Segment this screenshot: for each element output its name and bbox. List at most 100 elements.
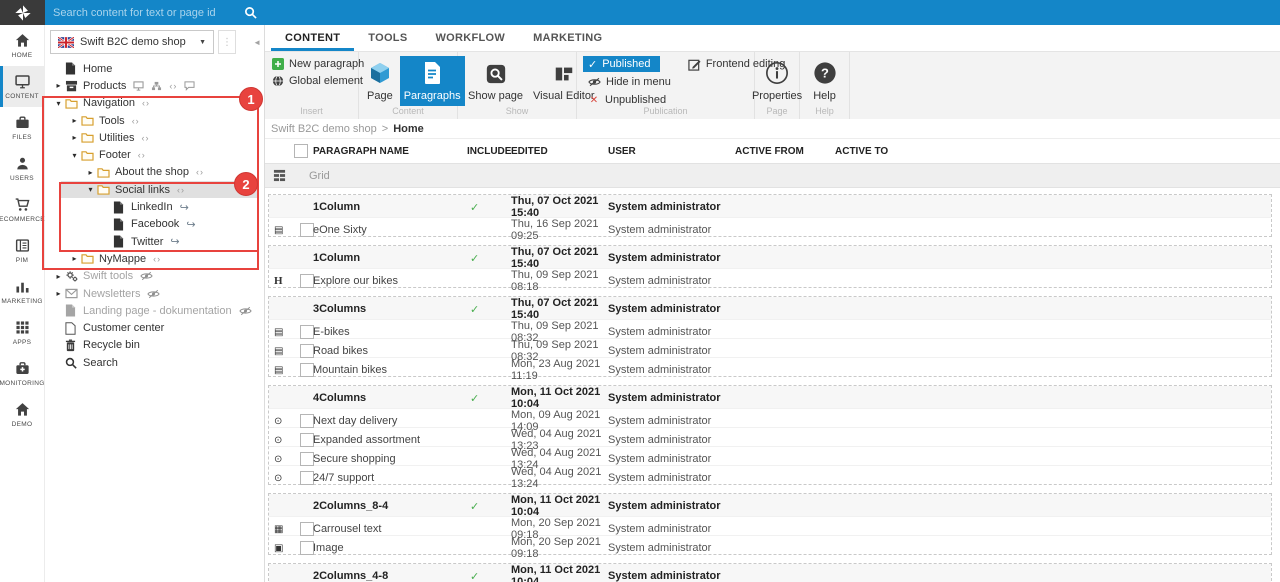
row-checkbox[interactable] [300,433,314,447]
show-page-button[interactable]: Show page [464,56,527,106]
row-checkbox[interactable] [300,522,314,536]
chevron-right-icon[interactable]: ▸ [52,81,65,90]
chevron-right-icon[interactable]: ▸ [52,289,65,298]
rail-item-apps[interactable]: APPS [0,312,44,353]
tree-item-linkedin[interactable]: LinkedIn↪ [45,198,264,215]
tree-item-swift-tools[interactable]: ▸Swift tools [45,268,264,285]
chevron-right-icon[interactable]: ▸ [68,116,81,125]
breadcrumb-parent[interactable]: Swift B2C demo shop [271,123,377,135]
select-all-checkbox[interactable] [294,144,308,158]
row-checkbox[interactable] [300,363,314,377]
tree-item-navigation[interactable]: ▾Navigation‹› [45,95,264,112]
dynamicweb-logo[interactable] [0,0,45,25]
tree-item-customer-center[interactable]: Customer center [45,319,264,336]
help-button[interactable]: ? Help [809,56,841,106]
col-active-to[interactable]: ACTIVE TO [835,146,935,157]
paragraph-row-carrousel-text[interactable]: ▦Carrousel textMon, 20 Sep 2021 09:18Sys… [269,516,1271,535]
tab-tools[interactable]: TOOLS [354,32,421,51]
row-checkbox[interactable] [300,344,314,358]
rail-item-ecommerce[interactable]: ECOMMERCE [0,189,44,230]
row-checkbox[interactable] [300,471,314,485]
rail-item-home[interactable]: HOME [0,25,44,66]
paragraphs-button[interactable]: Paragraphs [400,56,465,106]
chevron-right-icon[interactable]: ▸ [68,133,81,142]
group-header-row[interactable]: 3Columns✓Thu, 07 Oct 2021 15:40System ad… [269,297,1271,319]
chevron-down-icon[interactable]: ▾ [52,99,65,108]
group-header-row[interactable]: 2Columns_8-4✓Mon, 11 Oct 2021 10:04Syste… [269,494,1271,516]
tab-marketing[interactable]: MARKETING [519,32,616,51]
paragraph-row-eone-sixty[interactable]: ▤eOne SixtyThu, 16 Sep 2021 09:25System … [269,217,1271,236]
site-selector-dropdown[interactable]: Swift B2C demo shop ▼ [50,30,214,54]
rail-item-pim[interactable]: PIM [0,230,44,271]
published-label: Published [602,58,650,70]
tab-content[interactable]: CONTENT [271,32,354,51]
paragraph-row-image[interactable]: ▣ImageMon, 20 Sep 2021 09:18System admin… [269,535,1271,554]
tree-item-newsletters[interactable]: ▸Newsletters [45,285,264,302]
paragraph-row-explore-our-bikes[interactable]: HExplore our bikesThu, 09 Sep 2021 08:18… [269,268,1271,287]
tree-item-footer[interactable]: ▾Footer‹› [45,146,264,163]
paragraph-row-expanded-assortment[interactable]: ⊙Expanded assortmentWed, 04 Aug 2021 13:… [269,427,1271,446]
tree-item-facebook[interactable]: Facebook↪ [45,216,264,233]
col-paragraph-name[interactable]: PARAGRAPH NAME [313,146,467,157]
rail-item-demo[interactable]: DEMO [0,394,44,435]
tree-item-recycle-bin[interactable]: Recycle bin [45,337,264,354]
tab-workflow[interactable]: WORKFLOW [421,32,519,51]
tree-item-social-links[interactable]: ▾Social links‹› [45,181,264,198]
properties-button[interactable]: Properties [748,56,806,106]
tree-item-utilities[interactable]: ▸Utilities‹› [45,129,264,146]
tree-item-twitter[interactable]: Twitter↪ [45,233,264,250]
paragraph-row-e-bikes[interactable]: ▤E-bikesThu, 09 Sep 2021 08:32System adm… [269,319,1271,338]
paragraph-row-24-7-support[interactable]: ⊙24/7 supportWed, 04 Aug 2021 13:24Syste… [269,465,1271,484]
tree-item-nymappe[interactable]: ▸NyMappe‹› [45,250,264,267]
row-checkbox[interactable] [300,541,314,555]
chevron-right-icon[interactable]: ▸ [68,254,81,263]
paragraph-row-secure-shopping[interactable]: ⊙Secure shoppingWed, 04 Aug 2021 13:24Sy… [269,446,1271,465]
search-input[interactable]: Search content for text or page id [45,0,265,25]
row-checkbox[interactable] [300,274,314,288]
col-include[interactable]: INCLUDE [467,146,511,157]
grid-row[interactable]: Grid [265,164,1280,188]
page-preview-icon [485,63,507,85]
hide-in-menu-toggle[interactable]: Hide in menu [583,74,680,90]
paragraph-row-road-bikes[interactable]: ▤Road bikesThu, 09 Sep 2021 08:32System … [269,338,1271,357]
tree-item-products[interactable]: ▸Products‹› [45,77,264,94]
rail-item-label: APPS [13,339,32,346]
published-toggle[interactable]: ✓ Published [583,56,660,72]
site-options-button[interactable]: ⋮ [218,30,236,54]
global-element-button[interactable]: Global element [265,73,358,90]
tree-item-landing-page-dokumentation[interactable]: Landing page - dokumentation [45,302,264,319]
col-user[interactable]: USER [608,146,735,157]
search-icon[interactable] [244,6,257,19]
row-checkbox[interactable] [300,325,314,339]
group-header-row[interactable]: 1Column✓Thu, 07 Oct 2021 15:40System adm… [269,195,1271,217]
target-icon: ⊙ [270,454,294,465]
group-header-row[interactable]: 4Columns✓Mon, 11 Oct 2021 10:04System ad… [269,386,1271,408]
group-header-row[interactable]: 2Columns_4-8✓Mon, 11 Oct 2021 10:04Syste… [269,564,1271,582]
tree-item-home[interactable]: Home [45,60,264,77]
group-header-row[interactable]: 1Column✓Thu, 07 Oct 2021 15:40System adm… [269,246,1271,268]
row-checkbox[interactable] [300,414,314,428]
tree-item-tools[interactable]: ▸Tools‹› [45,112,264,129]
rail-item-users[interactable]: USERS [0,148,44,189]
rail-item-content[interactable]: CONTENT [0,66,44,107]
rail-item-monitoring[interactable]: MONITORING [0,353,44,394]
row-checkbox[interactable] [300,223,314,237]
tree-item-search[interactable]: Search [45,354,264,371]
rail-item-files[interactable]: FILES [0,107,44,148]
new-paragraph-button[interactable]: New paragraph [265,56,358,73]
col-active-from[interactable]: ACTIVE FROM [735,146,835,157]
group-edited: Mon, 11 Oct 2021 10:04 [511,494,608,518]
chevron-right-icon[interactable]: ▸ [84,168,97,177]
chevron-down-icon[interactable]: ▾ [68,151,81,160]
row-checkbox[interactable] [300,452,314,466]
paragraph-row-next-day-delivery[interactable]: ⊙Next day deliveryMon, 09 Aug 2021 14:09… [269,408,1271,427]
page-button[interactable]: Page [363,56,397,106]
chevron-down-icon[interactable]: ▾ [84,185,97,194]
panel-collapse-icon[interactable]: ◄ [253,38,261,47]
paragraph-row-mountain-bikes[interactable]: ▤Mountain bikesMon, 23 Aug 2021 11:19Sys… [269,357,1271,376]
col-edited[interactable]: EDITED [511,146,608,157]
rail-item-marketing[interactable]: MARKETING [0,271,44,312]
tree-item-about-the-shop[interactable]: ▸About the shop‹› [45,164,264,181]
new-paragraph-label: New paragraph [289,58,364,70]
chevron-right-icon[interactable]: ▸ [52,272,65,281]
